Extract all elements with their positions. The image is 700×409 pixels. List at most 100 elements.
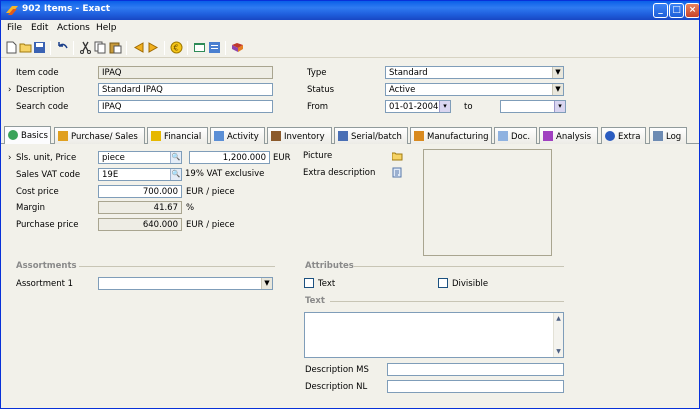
type-select[interactable]: Standard ▼ [385,66,564,79]
title-bar: 902 Items - Exact _ □ × [1,1,699,20]
svg-text:€: € [174,44,179,53]
copy-icon[interactable] [94,41,107,54]
attributes-heading: Attributes [305,261,354,271]
tab-activity[interactable]: Activity [210,127,265,144]
type-label: Type [307,68,327,78]
cost-price-unit: EUR / piece [186,187,235,197]
cost-price-field[interactable]: 700.000 [98,185,182,198]
status-select[interactable]: Active ▼ [385,83,564,96]
tab-log[interactable]: Log [649,127,687,144]
document-icon [498,131,508,141]
tab-serial-batch[interactable]: Serial/batch [334,127,408,144]
next-record-icon[interactable] [147,41,160,54]
margin-field: 41.67 [98,201,182,214]
search-icon[interactable]: 🔍 [170,152,181,163]
vat-code-value: 19E [102,170,119,180]
assortment-1-label: Assortment 1 [16,279,74,289]
toolbar-separator [225,41,226,55]
previous-record-icon[interactable] [132,41,145,54]
assortment-1-select[interactable]: ▼ [98,277,273,290]
menu-edit[interactable]: Edit [31,23,48,33]
chevron-down-icon[interactable]: ▼ [552,67,563,78]
cut-icon[interactable] [79,41,92,54]
tab-extra[interactable]: Extra [601,127,646,144]
tab-label: Doc. [511,132,531,142]
vat-code-field[interactable]: 19E 🔍 [98,168,182,181]
sales-unit-field[interactable]: piece 🔍 [98,151,182,164]
tab-basics[interactable]: Basics [4,126,51,145]
spreadsheet-icon[interactable] [193,41,206,54]
type-value: Standard [389,68,428,78]
description-field[interactable]: Standard IPAQ [98,83,273,96]
log-icon [653,131,663,141]
currency-icon[interactable]: € [170,41,183,54]
search-code-field[interactable]: IPAQ [98,100,273,113]
tab-financial[interactable]: Financial [147,127,208,144]
description-ms-field[interactable] [387,363,564,376]
maximize-button[interactable]: □ [669,3,684,18]
purchase-price-label: Purchase price [16,220,79,230]
description-nl-field[interactable] [387,380,564,393]
divider [79,266,275,267]
minimize-button[interactable]: _ [653,3,668,18]
exact-logo-icon [6,6,18,15]
text-area[interactable]: ▲ ▼ [304,312,564,358]
menu-file[interactable]: File [7,23,22,33]
toolbar-separator [126,41,127,55]
barcode-icon [338,131,348,141]
text-checkbox[interactable] [304,278,314,288]
tab-label: Log [666,132,682,142]
description-label: Description [16,85,65,95]
app-window: 902 Items - Exact _ □ × File Edit Action… [0,0,700,409]
tab-analysis[interactable]: Analysis [539,127,598,144]
divider [354,266,564,267]
chevron-down-icon[interactable]: ▼ [261,278,272,289]
report-icon[interactable] [208,41,221,54]
calendar-icon[interactable]: ▾ [554,101,565,112]
open-folder-icon[interactable] [392,150,403,161]
undo-icon[interactable] [56,41,69,54]
sales-vat-code-label: Sales VAT code [16,170,81,180]
item-code-label: Item code [16,68,59,78]
price-field[interactable]: 1,200.000 [189,151,270,164]
sales-unit-value: piece [102,153,125,163]
calendar-icon[interactable]: ▾ [439,101,450,112]
assortments-heading: Assortments [16,261,77,271]
search-icon[interactable]: 🔍 [170,169,181,180]
tab-doc[interactable]: Doc. [494,127,537,144]
menu-actions[interactable]: Actions [57,23,90,33]
toolbar-separator [164,41,165,55]
picture-box[interactable] [423,149,552,256]
to-date-field[interactable]: ▾ [500,100,566,113]
book-icon[interactable] [231,41,244,54]
shapes-icon [8,130,18,140]
tab-purchase-sales[interactable]: Purchase/ Sales [54,127,145,144]
text-checkbox-label: Text [318,279,336,289]
open-folder-icon[interactable] [19,41,32,54]
chart-icon [543,131,553,141]
close-button[interactable]: × [685,3,699,18]
scroll-down-icon[interactable]: ▼ [554,347,563,356]
tab-inventory[interactable]: Inventory [267,127,332,144]
status-value: Active [389,85,416,95]
tab-label: Serial/batch [351,132,402,142]
scroll-up-icon[interactable]: ▲ [554,314,563,323]
new-document-icon[interactable] [5,41,18,54]
vat-description: 19% VAT exclusive [185,169,265,179]
tab-label: Manufacturing [427,132,489,142]
search-code-label: Search code [16,102,69,112]
tab-manufacturing[interactable]: Manufacturing [410,127,492,144]
chevron-down-icon[interactable]: ▼ [552,84,563,95]
item-code-field[interactable]: IPAQ [98,66,273,79]
divider [330,301,564,302]
toolbar-separator [73,41,74,55]
save-icon[interactable] [33,41,46,54]
menu-help[interactable]: Help [96,23,117,33]
from-date-field[interactable]: 01-01-2004 ▾ [385,100,451,113]
divisible-checkbox[interactable] [438,278,448,288]
scrollbar[interactable]: ▲ ▼ [553,313,563,357]
notes-icon[interactable] [392,167,403,178]
cost-price-label: Cost price [16,187,59,197]
paste-icon[interactable] [109,41,122,54]
toolbar: € [1,37,699,58]
